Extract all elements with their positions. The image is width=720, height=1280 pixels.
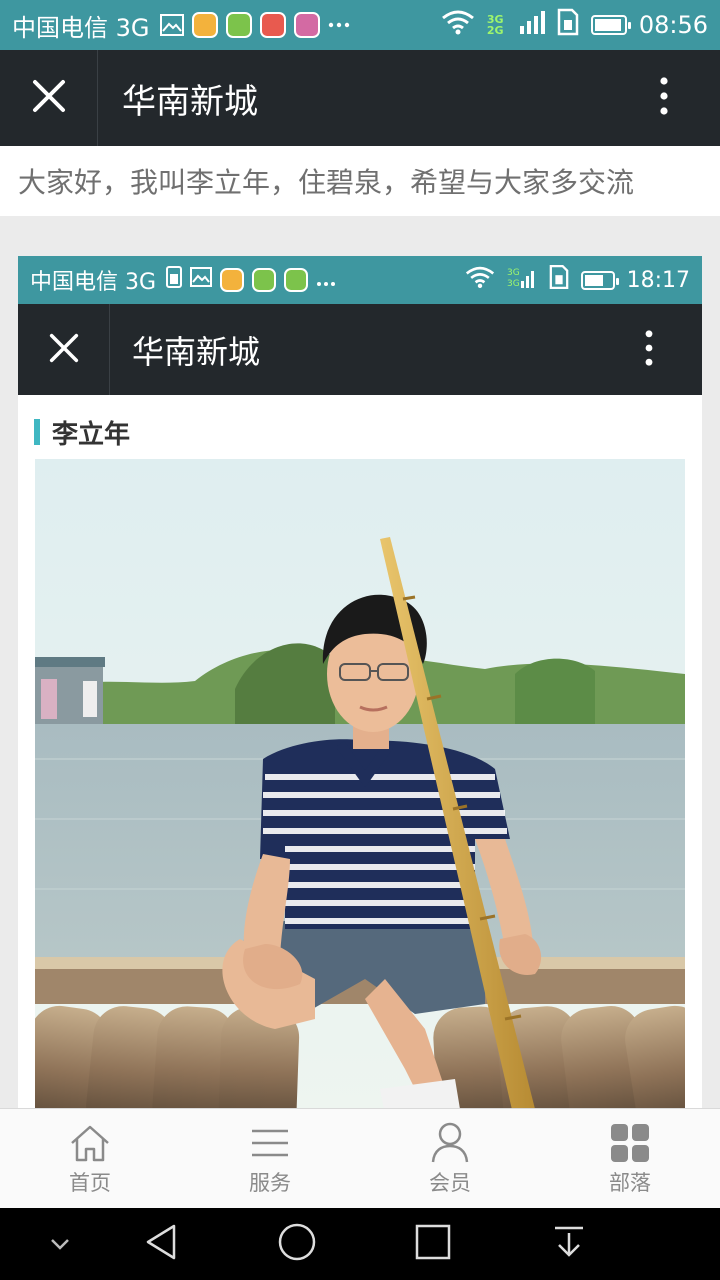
grid-icon — [610, 1121, 650, 1165]
section-accent-bar — [34, 419, 40, 445]
nav-item-services[interactable]: 服务 — [180, 1109, 360, 1208]
app-icon — [252, 268, 277, 292]
nav-label-members: 会员 — [429, 1170, 471, 1195]
more-menu-button[interactable] — [608, 50, 720, 146]
battery-icon — [580, 270, 619, 290]
home-circle-icon — [277, 1222, 317, 1266]
signal-icon: 3G 3G — [507, 266, 537, 294]
close-icon — [32, 79, 66, 117]
user-icon — [430, 1121, 470, 1165]
more-dots-icon — [328, 22, 350, 28]
home-system-button[interactable] — [272, 1208, 322, 1280]
collapse-button[interactable] — [40, 1208, 80, 1280]
clock: 08:56 — [638, 11, 708, 39]
download-icon — [553, 1225, 585, 1263]
more-dots-icon — [316, 268, 336, 293]
sim-icon — [557, 8, 579, 42]
inner-status-bar: 中国电信 3G 3G 3G 18:17 — [18, 256, 702, 304]
nav-label-home: 首页 — [69, 1170, 111, 1195]
sim-icon — [549, 264, 569, 296]
app-icon — [225, 12, 252, 38]
nav-label-services: 服务 — [249, 1170, 291, 1195]
weibo-icon — [259, 12, 286, 38]
wifi-icon — [441, 9, 475, 41]
nav-item-home[interactable]: 首页 — [0, 1109, 180, 1208]
status-bar: 中国电信 3G 3G 2G 08:56 — [0, 0, 720, 50]
inner-title-bar: 华南新城 — [18, 304, 702, 395]
sim-icon — [166, 266, 183, 294]
close-icon — [49, 333, 79, 367]
nav-label-tribe: 部落 — [609, 1170, 651, 1195]
download-button[interactable] — [544, 1208, 594, 1280]
svg-text:3G: 3G — [507, 279, 520, 288]
recents-icon — [415, 1224, 451, 1264]
collapse-icon — [50, 1235, 70, 1254]
image-icon — [159, 14, 184, 36]
page-title: 华南新城 — [122, 81, 258, 122]
signal-icon — [519, 10, 545, 40]
back-icon — [144, 1224, 178, 1264]
list-icon — [250, 1121, 290, 1165]
inner-carrier-label: 中国电信 3G — [30, 270, 157, 295]
app-icon — [191, 12, 218, 38]
intro-text: 大家好，我叫李立年，住碧泉，希望与大家多交流 — [0, 146, 720, 216]
close-button[interactable] — [0, 50, 98, 146]
section-heading: 李立年 — [34, 414, 130, 450]
inner-page-title: 华南新城 — [132, 332, 261, 371]
bottom-nav: 首页 服务 会员 部落 — [0, 1108, 720, 1208]
nav-item-tribe[interactable]: 部落 — [540, 1109, 720, 1208]
svg-text:3G: 3G — [507, 268, 520, 278]
wifi-icon — [465, 265, 495, 295]
title-bar: 华南新城 — [0, 50, 720, 146]
app-icon — [220, 268, 245, 292]
more-vertical-icon — [645, 329, 653, 370]
nav-item-members[interactable]: 会员 — [360, 1109, 540, 1208]
section-title: 李立年 — [52, 419, 131, 450]
shared-screenshot[interactable]: 中国电信 3G 3G 3G 18:17 华南新城 李立年 — [18, 256, 702, 1108]
battery-icon — [590, 15, 631, 35]
profile-photo — [35, 459, 685, 1108]
inner-more-menu — [596, 329, 702, 370]
system-nav-bar — [0, 1208, 720, 1280]
image-icon — [190, 267, 213, 293]
back-button[interactable] — [136, 1208, 186, 1280]
network-badge: 3G 2G — [486, 13, 504, 37]
recents-button[interactable] — [408, 1208, 458, 1280]
app-icon — [284, 268, 309, 292]
home-icon — [68, 1121, 112, 1165]
game-icon — [293, 12, 320, 38]
more-vertical-icon — [660, 77, 668, 119]
inner-clock: 18:17 — [626, 267, 690, 293]
carrier-label: 中国电信 3G — [12, 13, 150, 42]
inner-close-button — [18, 304, 110, 395]
